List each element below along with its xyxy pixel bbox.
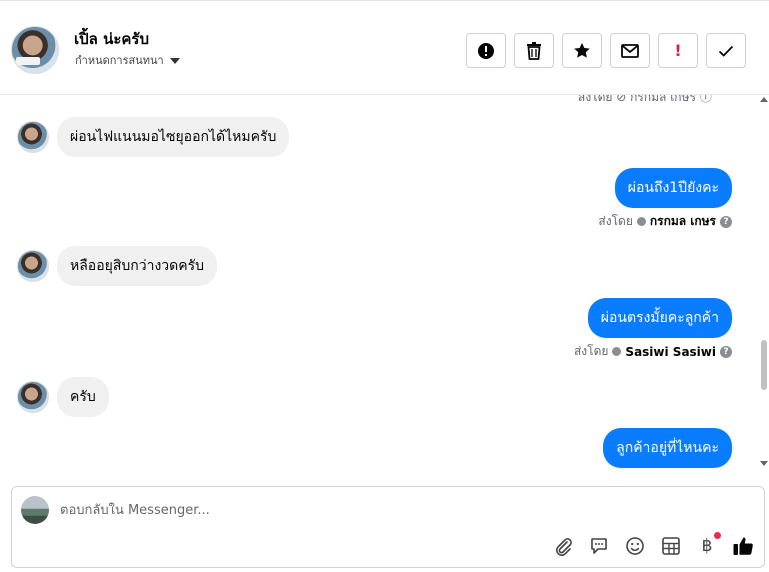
message-bubble[interactable]: หลืออยุสิบกว่างวดครับ	[57, 246, 218, 286]
incoming-message: หลืออยุสิบกว่างวดครับ	[17, 246, 218, 286]
thumbs-up-icon	[733, 537, 753, 555]
mark-spam-button[interactable]	[466, 33, 506, 68]
verified-icon	[612, 347, 622, 356]
smiley-icon	[626, 537, 644, 555]
follow-up-button[interactable]: !	[658, 33, 698, 68]
message-bubble[interactable]: ครับ	[57, 377, 109, 417]
incoming-message: ผ่อนไฟแนนมอไซยุออกได้ไหมครับ	[17, 117, 290, 157]
star-icon	[574, 42, 590, 58]
info-icon[interactable]: ?	[720, 345, 732, 358]
messenger-conversation: เปิ้ล น่ะครับ กำหนดการสนทนา ! ส่งโดย ⊘ ก…	[0, 0, 769, 572]
scroll-up-icon[interactable]	[760, 97, 768, 102]
conversation-header: เปิ้ล น่ะครับ กำหนดการสนทนา !	[0, 0, 769, 95]
attach-button[interactable]	[552, 535, 574, 557]
catalog-button[interactable]	[660, 535, 682, 557]
exclamation-icon: !	[674, 41, 682, 60]
message-thread[interactable]: ส่งโดย ⊘ กรกมล เกษร ⓘ ผ่อนไฟแนนมอไซยุออก…	[0, 95, 769, 472]
reply-input[interactable]	[60, 499, 560, 521]
page-avatar	[21, 496, 49, 524]
conversation-menu[interactable]: กำหนดการสนทนา	[75, 51, 180, 69]
star-button[interactable]	[562, 33, 602, 68]
trash-icon	[527, 41, 541, 60]
contact-name[interactable]: เปิ้ล น่ะครับ	[74, 27, 149, 51]
mail-icon	[621, 43, 639, 58]
sent-by-line: ส่งโดย กรกมล เกษร ?	[598, 212, 732, 231]
incoming-message: ครับ	[17, 377, 109, 417]
outgoing-message-bubble[interactable]: ลูกค้าอยู่ที่ไหนคะ	[603, 428, 732, 468]
contact-avatar-small[interactable]	[17, 121, 49, 153]
notification-dot	[714, 532, 721, 539]
paperclip-icon	[556, 538, 572, 556]
scroll-thumb[interactable]	[761, 340, 767, 390]
conversation-menu-label: กำหนดการสนทนา	[75, 54, 164, 67]
mark-unread-button[interactable]	[610, 33, 650, 68]
outgoing-message-bubble[interactable]: ผ่อนตรงมั้ยคะลูกค้า	[587, 298, 732, 338]
composer-toolbar: ฿	[552, 532, 754, 557]
caret-down-icon	[169, 57, 180, 64]
check-icon	[718, 45, 734, 57]
contact-avatar-small[interactable]	[17, 250, 49, 282]
sent-by-prefix: ส่งโดย	[598, 214, 633, 228]
sent-by-prefix: ส่งโดย	[573, 344, 609, 358]
mark-done-button[interactable]	[706, 33, 746, 68]
sent-by-line: ส่งโดย Sasiwi Sasiwi ?	[574, 342, 732, 361]
action-toolbar: !	[466, 33, 746, 68]
delete-button[interactable]	[514, 33, 554, 68]
sender-name: กรกมล เกษร	[649, 214, 716, 228]
contact-avatar-small[interactable]	[17, 381, 49, 413]
verified-icon	[636, 217, 646, 226]
message-bubble[interactable]: ผ่อนไฟแนนมอไซยุออกได้ไหมครับ	[57, 117, 290, 157]
clipped-sent-by: ส่งโดย ⊘ กรกมล เกษร ⓘ	[578, 95, 712, 104]
emoji-button[interactable]	[624, 535, 646, 557]
like-button[interactable]	[732, 535, 754, 557]
sender-name: Sasiwi Sasiwi	[625, 344, 716, 359]
alert-icon	[478, 42, 494, 59]
scroll-down-icon[interactable]	[760, 461, 768, 466]
chat-bubble-icon	[591, 538, 607, 554]
contact-avatar[interactable]	[11, 26, 59, 74]
reply-composer: ฿	[11, 486, 765, 568]
payment-button[interactable]: ฿	[696, 532, 721, 557]
info-icon[interactable]: ?	[720, 215, 732, 228]
thread-scrollbar[interactable]	[759, 95, 769, 472]
grid-icon	[662, 537, 680, 555]
saved-replies-button[interactable]	[588, 535, 610, 557]
baht-icon: ฿	[701, 536, 713, 556]
outgoing-message-bubble[interactable]: ผ่อนถึง1ปียังคะ	[614, 168, 732, 208]
